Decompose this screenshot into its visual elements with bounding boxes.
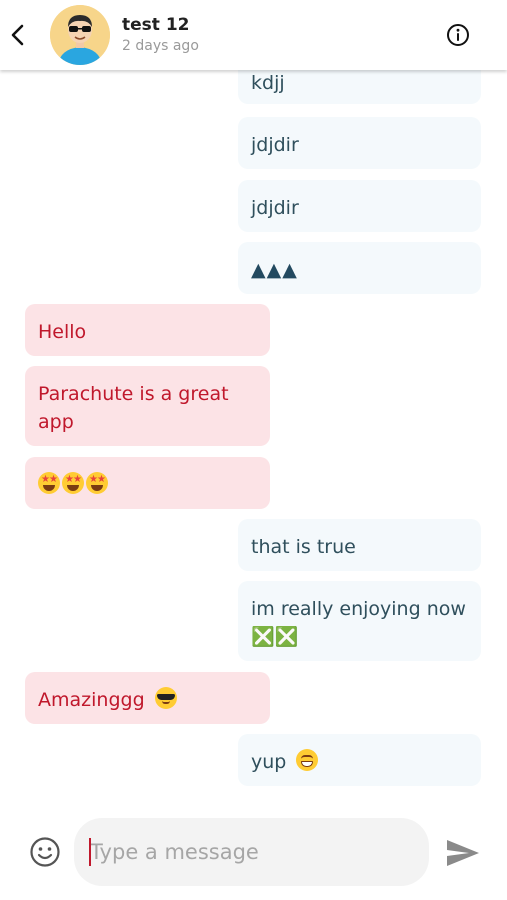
send-icon[interactable] — [445, 837, 481, 869]
grinning-emoji-icon — [296, 749, 319, 771]
message-bubble-received[interactable]: Parachute is a great app — [25, 366, 270, 446]
message-bubble-sent[interactable]: jdjdir — [238, 117, 481, 169]
last-seen-status: 2 days ago — [122, 38, 199, 54]
message-text: Parachute is a great app — [38, 383, 229, 433]
message-text: that is true — [251, 536, 356, 558]
message-bubble-sent[interactable]: that is true — [238, 519, 481, 571]
message-bubble-sent[interactable]: jdjdir — [238, 180, 481, 232]
message-text: Hello — [38, 321, 87, 343]
contact-name: test 12 — [122, 15, 190, 35]
star-struck-emoji-icon — [62, 472, 84, 494]
info-icon[interactable] — [445, 22, 471, 48]
message-text: im really enjoying now ❎❎ — [251, 598, 466, 648]
emoji-picker-icon[interactable] — [29, 836, 61, 868]
message-bubble-received[interactable]: Amazinggg — [25, 672, 270, 724]
message-text: yup — [251, 751, 287, 773]
back-arrow-icon[interactable] — [6, 20, 30, 50]
sunglasses-emoji-icon — [154, 687, 177, 709]
star-struck-emoji-icon — [38, 472, 60, 494]
message-bubble-received[interactable]: Hello — [25, 304, 270, 356]
message-bubble-received[interactable] — [25, 457, 270, 509]
star-struck-emoji-icon — [86, 472, 108, 494]
avatar[interactable] — [50, 5, 110, 65]
message-bubble-sent[interactable]: yup — [238, 734, 481, 786]
message-text: jdjdir — [251, 134, 299, 156]
message-text: jdjdir — [251, 197, 299, 219]
message-text: Amazinggg — [38, 689, 145, 711]
chat-header: test 12 2 days ago — [0, 0, 507, 70]
message-text: kdjj — [251, 72, 285, 94]
message-bubble-sent[interactable]: ▲▲▲ — [238, 242, 481, 294]
chat-screen: test 12 2 days ago kdjj jdjdir jdjdir ▲▲… — [0, 0, 507, 900]
message-text: ▲▲▲ — [251, 259, 298, 281]
message-bubble-sent[interactable]: im really enjoying now ❎❎ — [238, 581, 481, 661]
message-input[interactable] — [74, 818, 429, 886]
text-cursor — [89, 838, 91, 866]
